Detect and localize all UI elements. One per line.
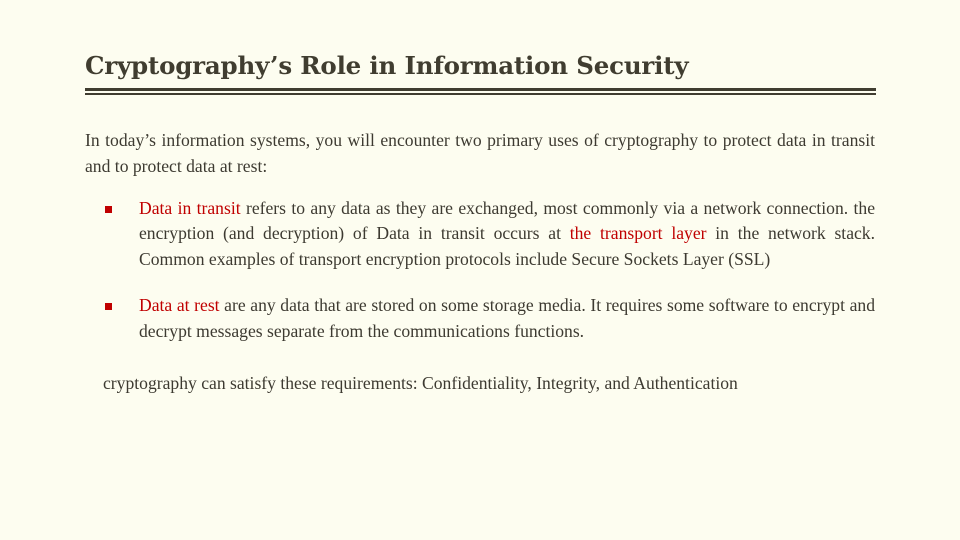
square-bullet-icon: [105, 206, 112, 214]
title-divider: [85, 88, 876, 96]
page-title: Cryptography’s Role in Information Secur…: [85, 51, 689, 80]
divider-bar-thin: [85, 93, 876, 96]
title-block: Cryptography’s Role in Information Secur…: [85, 51, 877, 96]
list-item: Data in transit refers to any data as th…: [104, 196, 875, 273]
closing-paragraph: cryptography can satisfy these requireme…: [103, 372, 738, 393]
intro-paragraph: In today’s information systems, you will…: [85, 130, 875, 176]
list-item: Data at rest are any data that are store…: [104, 293, 875, 345]
square-bullet-icon: [105, 303, 112, 311]
bullet-text-a: are any data that are stored on some sto…: [139, 294, 876, 341]
bullet-emphasis-term: the transport layer: [569, 223, 707, 244]
bullet-list: Data in transit refers to any data as th…: [85, 196, 875, 345]
body-content: In today’s information systems, you will…: [85, 128, 875, 396]
bullet-lead-term: Data at rest: [139, 294, 220, 315]
bullet-lead-term: Data in transit: [139, 197, 241, 218]
slide-canvas: Cryptography’s Role in Information Secur…: [0, 0, 960, 540]
